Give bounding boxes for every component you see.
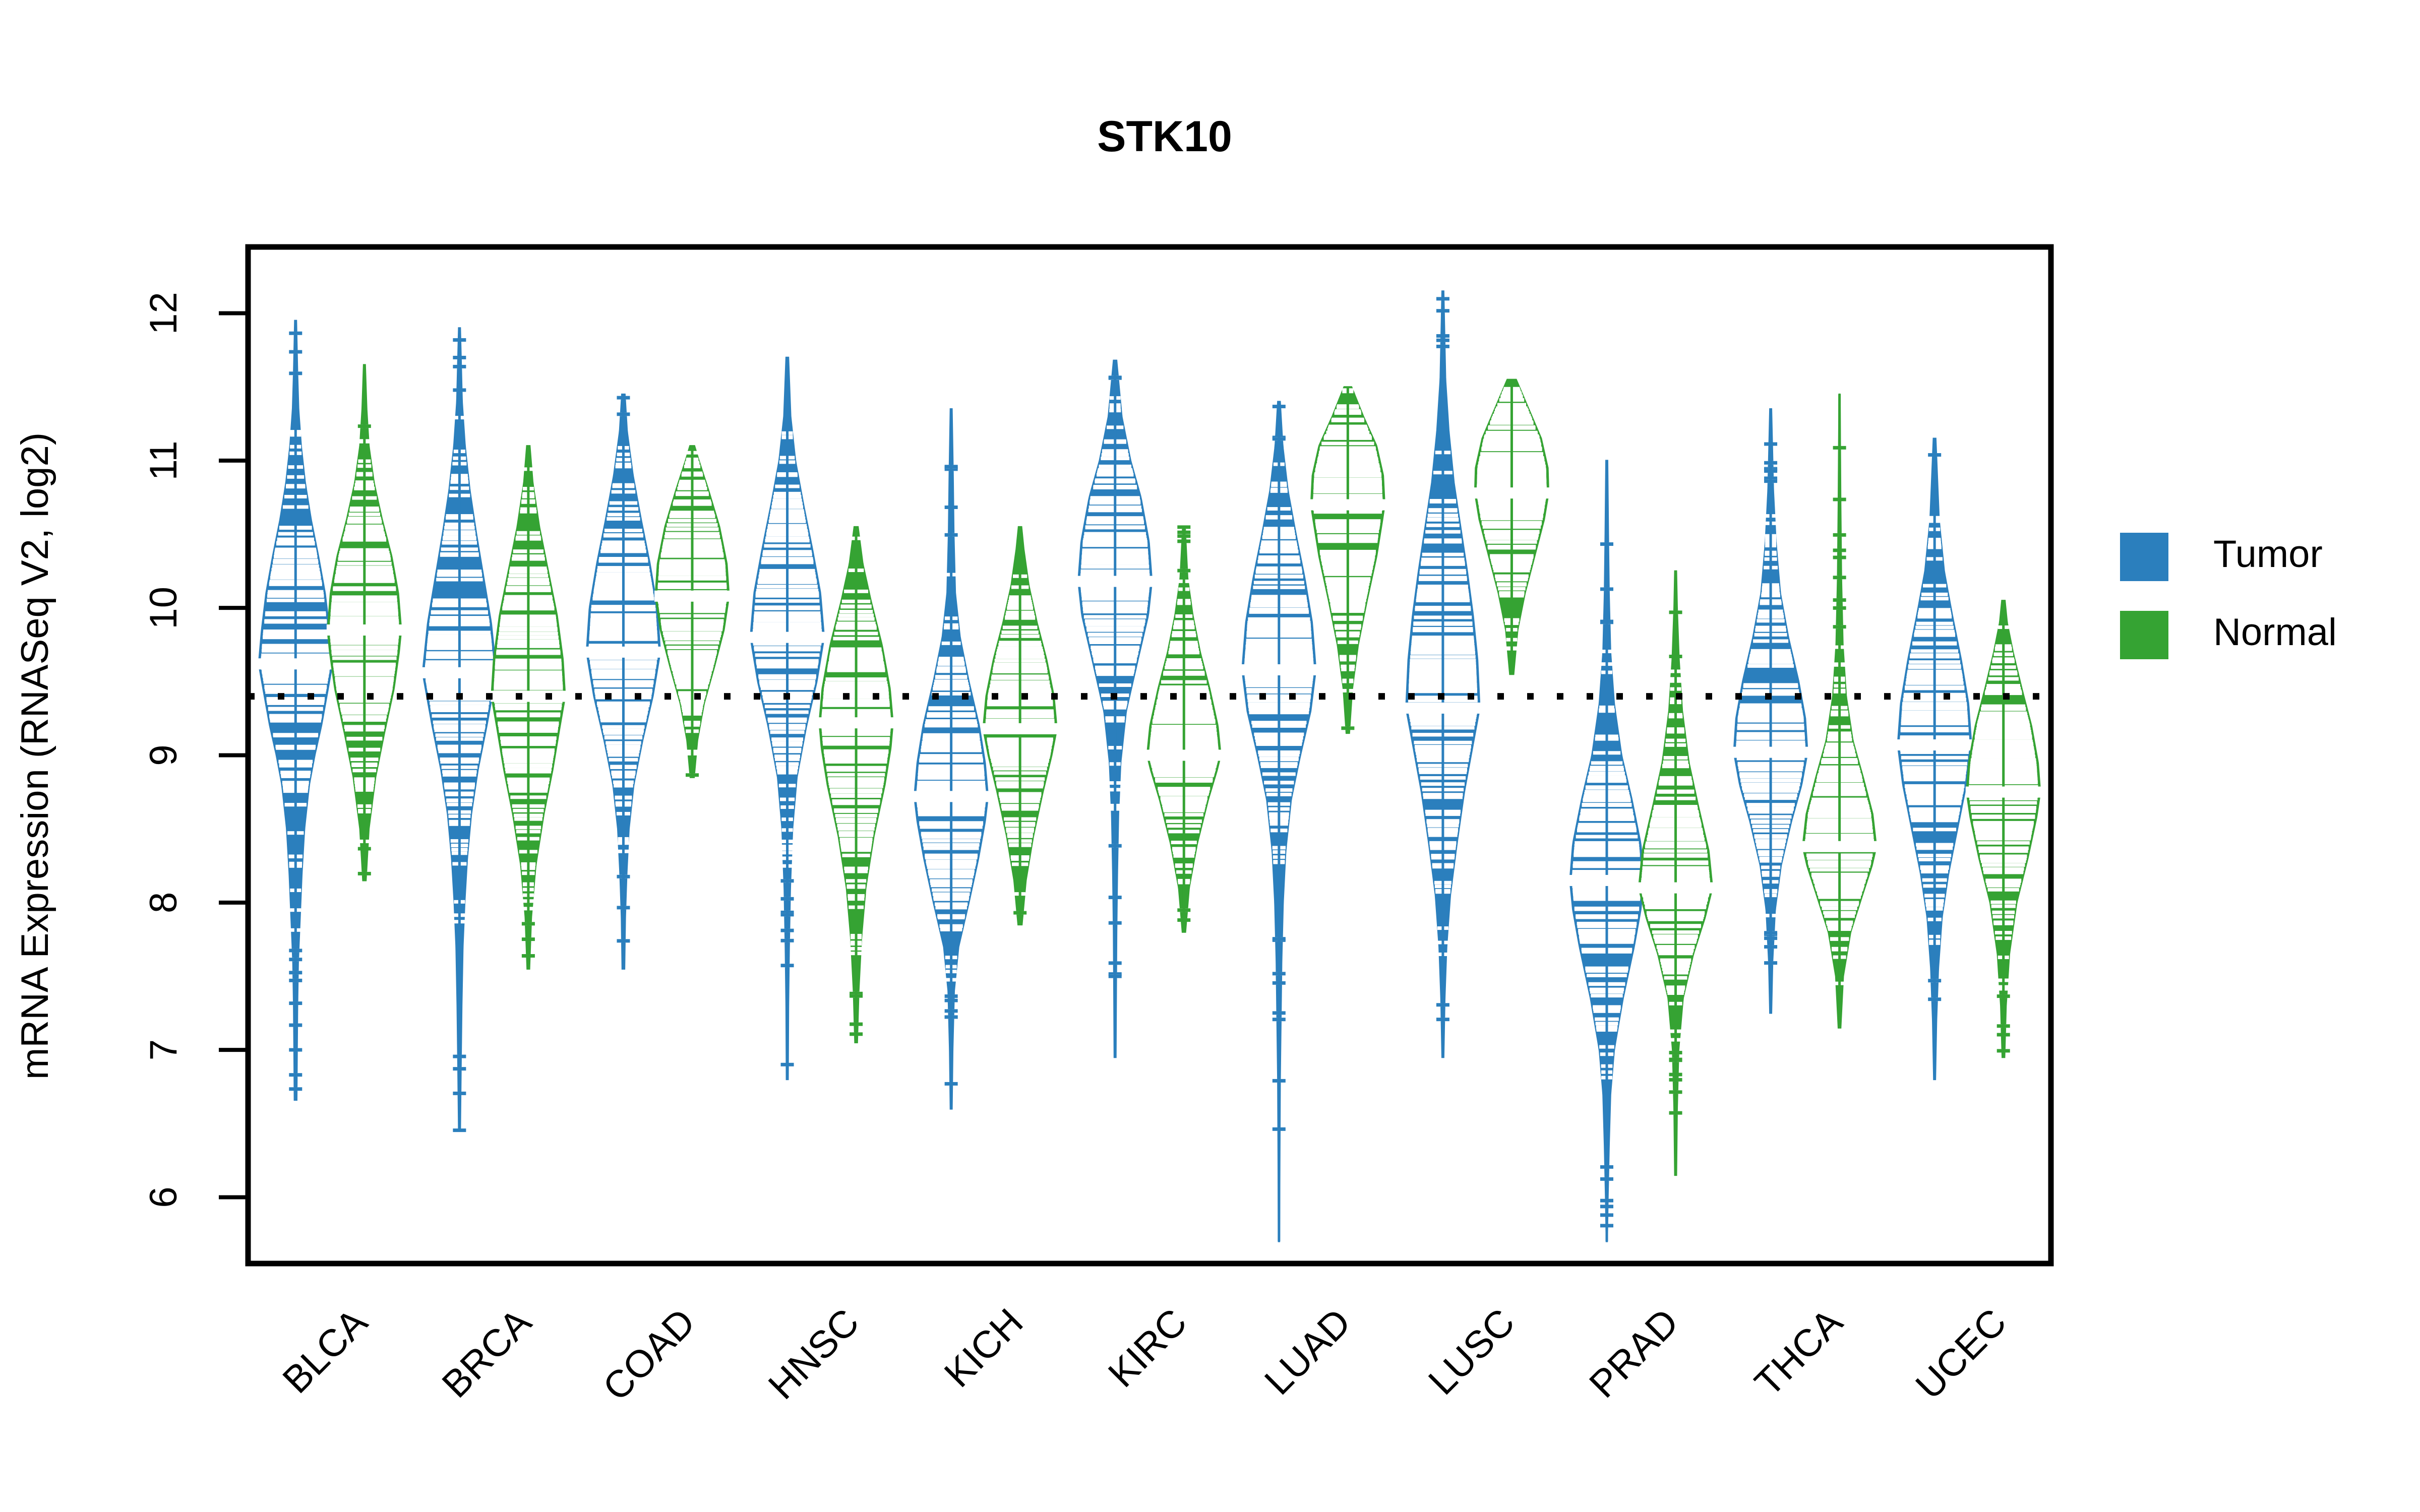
chart-page: STK10 mRNA Expression (RNASeq V2, log2) … [0,0,2420,1512]
range-spine [1674,571,1677,1175]
y-axis-tick-label: 9 [142,744,185,766]
y-axis-tick-label: 8 [142,892,185,913]
median-line [585,646,661,658]
range-spine [855,527,858,1043]
median-line [1733,746,1809,758]
legend-swatch-tumor [2120,533,2168,581]
range-spine [1769,409,1772,1014]
range-spine [1605,460,1608,1242]
range-spine [2002,600,2005,1057]
median-line [818,717,894,729]
legend-label-normal: Normal [2213,611,2337,654]
median-line [1569,874,1645,886]
violin-chart: STK10 mRNA Expression (RNASeq V2, log2) … [0,0,2420,1512]
y-axis-tick-label: 10 [142,587,185,629]
range-spine [1114,360,1117,1057]
range-spine [363,364,366,880]
range-spine [1838,394,1841,1028]
range-spine [458,328,461,1131]
y-axis-tick-label: 7 [142,1039,185,1060]
legend-label-tumor: Tumor [2213,533,2323,576]
median-line [1146,749,1222,761]
range-spine [527,446,530,969]
median-line [1310,499,1386,511]
median-line [1638,882,1714,894]
y-axis-tick-label: 11 [142,440,185,480]
y-axis-title: mRNA Expression (RNASeq V2, log2) [14,432,56,1080]
median-line [1241,664,1317,675]
median-line [421,667,498,678]
median-line [1077,576,1153,587]
range-spine [1441,291,1444,1057]
median-line [490,690,566,702]
range-spine [950,409,953,1109]
range-spine [691,446,694,778]
range-spine [622,394,625,969]
range-spine [1346,387,1349,733]
median-line [258,658,334,670]
range-spine [786,357,789,1080]
median-line [982,723,1058,734]
range-spine [1933,438,1936,1080]
legend-swatch-normal [2120,611,2168,659]
median-line [1801,841,1878,852]
median-line [654,590,730,602]
median-line [1405,702,1481,714]
median-line [1474,487,1550,499]
median-line [913,791,989,802]
median-line [1897,739,1973,751]
y-axis-tick-label: 12 [142,292,185,335]
range-spine [1182,527,1185,932]
median-line [1965,786,2041,798]
range-spine [294,321,297,1100]
y-axis-tick-label: 6 [142,1186,185,1208]
range-spine [1278,401,1281,1242]
median-line [749,632,825,643]
median-line [326,624,402,636]
range-spine [1510,380,1513,674]
page-title: STK10 [1097,112,1232,161]
